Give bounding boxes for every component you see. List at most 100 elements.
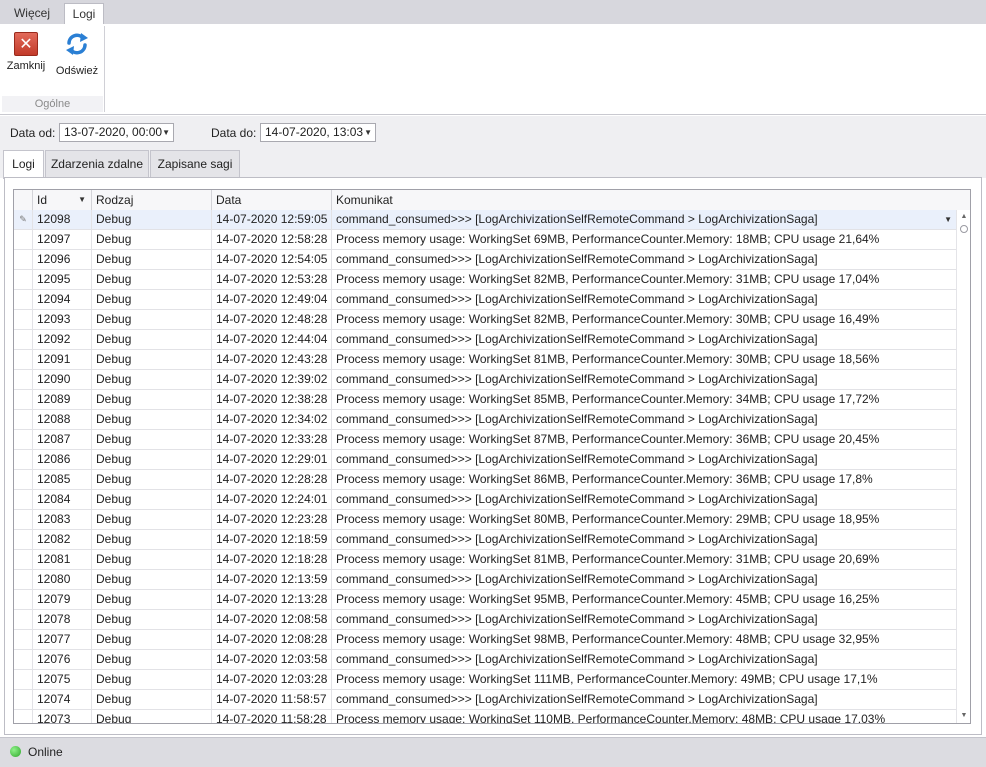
column-header-type[interactable]: Rodzaj: [91, 190, 211, 210]
cell-type[interactable]: Debug: [91, 490, 211, 509]
cell-message[interactable]: Process memory usage: WorkingSet 98MB, P…: [331, 630, 956, 649]
cell-id[interactable]: 12090: [32, 370, 91, 389]
scroll-thumb[interactable]: [960, 225, 968, 233]
cell-type[interactable]: Debug: [91, 270, 211, 289]
table-row[interactable]: 12073 Debug 14-07-2020 11:58:28 Process mem…: [14, 710, 956, 723]
table-row[interactable]: 12094 Debug 14-07-2020 12:49:04 command_con…: [14, 290, 956, 310]
cell-message[interactable]: command_consumed>>> [LogArchivizationSel…: [331, 290, 956, 309]
cell-date[interactable]: 14-07-2020 12:03:28: [211, 670, 331, 689]
cell-type[interactable]: Debug: [91, 570, 211, 589]
cell-date[interactable]: 14-07-2020 12:08:28: [211, 630, 331, 649]
cell-type[interactable]: Debug: [91, 350, 211, 369]
table-row[interactable]: 12077 Debug 14-07-2020 12:08:28 Process mem…: [14, 630, 956, 650]
cell-date[interactable]: 14-07-2020 12:23:28: [211, 510, 331, 529]
cell-id[interactable]: 12086: [32, 450, 91, 469]
table-row[interactable]: 12097 Debug 14-07-2020 12:58:28 Process mem…: [14, 230, 956, 250]
cell-date[interactable]: 14-07-2020 12:29:01: [211, 450, 331, 469]
cell-id[interactable]: 12092: [32, 330, 91, 349]
cell-message[interactable]: Process memory usage: WorkingSet 86MB, P…: [331, 470, 956, 489]
table-row[interactable]: 12092 Debug 14-07-2020 12:44:04 command_con…: [14, 330, 956, 350]
cell-message[interactable]: command_consumed>>> [LogArchivizationSel…: [331, 690, 956, 709]
cell-type[interactable]: Debug: [91, 410, 211, 429]
cell-id[interactable]: 12082: [32, 530, 91, 549]
ribbon-tab-more[interactable]: Więcej: [2, 3, 62, 24]
cell-message[interactable]: command_consumed>>> [LogArchivizationSel…: [331, 370, 956, 389]
table-row[interactable]: 12074 Debug 14-07-2020 11:58:57 command_con…: [14, 690, 956, 710]
cell-message[interactable]: Process memory usage: WorkingSet 81MB, P…: [331, 550, 956, 569]
vertical-scrollbar[interactable]: ▲ ▼: [956, 210, 970, 723]
date-to-picker[interactable]: 14-07-2020, 13:03 ▼: [260, 123, 376, 142]
table-row[interactable]: 12075 Debug 14-07-2020 12:03:28 Process mem…: [14, 670, 956, 690]
table-row[interactable]: 12089 Debug 14-07-2020 12:38:28 Process mem…: [14, 390, 956, 410]
cell-message[interactable]: command_consumed>>> [LogArchivizationSel…: [331, 330, 956, 349]
cell-type[interactable]: Debug: [91, 450, 211, 469]
table-row[interactable]: 12080 Debug 14-07-2020 12:13:59 command_con…: [14, 570, 956, 590]
cell-id[interactable]: 12075: [32, 670, 91, 689]
cell-date[interactable]: 14-07-2020 12:13:28: [211, 590, 331, 609]
cell-message[interactable]: command_consumed>>> [LogArchivizationSel…: [331, 410, 956, 429]
cell-message[interactable]: command_consumed>>> [LogArchivizationSel…: [331, 570, 956, 589]
cell-date[interactable]: 14-07-2020 11:58:57: [211, 690, 331, 709]
cell-date[interactable]: 14-07-2020 12:13:59: [211, 570, 331, 589]
cell-type[interactable]: Debug: [91, 310, 211, 329]
cell-message[interactable]: Process memory usage: WorkingSet 82MB, P…: [331, 310, 956, 329]
scroll-down-icon[interactable]: ▼: [957, 709, 970, 723]
cell-message[interactable]: Process memory usage: WorkingSet 95MB, P…: [331, 590, 956, 609]
cell-type[interactable]: Debug: [91, 370, 211, 389]
table-row[interactable]: 12091 Debug 14-07-2020 12:43:28 Process mem…: [14, 350, 956, 370]
table-row[interactable]: 12082 Debug 14-07-2020 12:18:59 command_con…: [14, 530, 956, 550]
table-row[interactable]: 12096 Debug 14-07-2020 12:54:05 command_con…: [14, 250, 956, 270]
cell-id[interactable]: 12093: [32, 310, 91, 329]
cell-type[interactable]: Debug: [91, 330, 211, 349]
cell-id[interactable]: 12084: [32, 490, 91, 509]
cell-message[interactable]: command_consumed>>> [LogArchivizationSel…: [331, 610, 956, 629]
cell-type[interactable]: Debug: [91, 510, 211, 529]
chevron-down-icon[interactable]: ▼: [162, 124, 170, 141]
cell-type[interactable]: Debug: [91, 530, 211, 549]
table-row[interactable]: 12090 Debug 14-07-2020 12:39:02 command_con…: [14, 370, 956, 390]
cell-type[interactable]: Debug: [91, 230, 211, 249]
cell-type[interactable]: Debug: [91, 290, 211, 309]
cell-date[interactable]: 14-07-2020 12:08:58: [211, 610, 331, 629]
tab-logs[interactable]: Logi: [3, 150, 44, 179]
cell-date[interactable]: 14-07-2020 12:43:28: [211, 350, 331, 369]
table-row[interactable]: 12083 Debug 14-07-2020 12:23:28 Process mem…: [14, 510, 956, 530]
cell-date[interactable]: 14-07-2020 12:53:28: [211, 270, 331, 289]
table-row[interactable]: 12095 Debug 14-07-2020 12:53:28 Process mem…: [14, 270, 956, 290]
ribbon-tab-logs[interactable]: Logi: [64, 3, 104, 25]
cell-type[interactable]: Debug: [91, 690, 211, 709]
cell-message[interactable]: command_consumed>>> [LogArchivizationSel…: [331, 450, 956, 469]
column-header-id[interactable]: Id ▼: [32, 190, 91, 210]
cell-type[interactable]: Debug: [91, 710, 211, 723]
table-row[interactable]: ✎ 12098 Debug 14-07-2020 12:59:05 command_co…: [14, 210, 956, 230]
cell-date[interactable]: 14-07-2020 12:28:28: [211, 470, 331, 489]
cell-id[interactable]: 12083: [32, 510, 91, 529]
column-header-date[interactable]: Data: [211, 190, 331, 210]
cell-id[interactable]: 12079: [32, 590, 91, 609]
cell-id[interactable]: 12097: [32, 230, 91, 249]
cell-type[interactable]: Debug: [91, 250, 211, 269]
table-row[interactable]: 12081 Debug 14-07-2020 12:18:28 Process mem…: [14, 550, 956, 570]
cell-message[interactable]: Process memory usage: WorkingSet 82MB, P…: [331, 270, 956, 289]
refresh-button[interactable]: Odśwież: [53, 28, 101, 77]
cell-id[interactable]: 12076: [32, 650, 91, 669]
tab-remote-events[interactable]: Zdarzenia zdalne: [45, 150, 149, 178]
cell-message[interactable]: Process memory usage: WorkingSet 81MB, P…: [331, 350, 956, 369]
cell-id[interactable]: 12089: [32, 390, 91, 409]
cell-type[interactable]: Debug: [91, 210, 211, 229]
column-header-message[interactable]: Komunikat: [331, 190, 956, 210]
date-from-picker[interactable]: 13-07-2020, 00:00 ▼: [59, 123, 174, 142]
cell-date[interactable]: 14-07-2020 12:03:58: [211, 650, 331, 669]
cell-type[interactable]: Debug: [91, 590, 211, 609]
table-row[interactable]: 12085 Debug 14-07-2020 12:28:28 Process mem…: [14, 470, 956, 490]
cell-id[interactable]: 12081: [32, 550, 91, 569]
table-row[interactable]: 12086 Debug 14-07-2020 12:29:01 command_con…: [14, 450, 956, 470]
cell-message[interactable]: command_consumed>>> [LogArchivizationSel…: [331, 530, 956, 549]
cell-date[interactable]: 14-07-2020 12:18:59: [211, 530, 331, 549]
table-row[interactable]: 12079 Debug 14-07-2020 12:13:28 Process mem…: [14, 590, 956, 610]
cell-id[interactable]: 12088: [32, 410, 91, 429]
cell-id[interactable]: 12078: [32, 610, 91, 629]
cell-type[interactable]: Debug: [91, 650, 211, 669]
cell-type[interactable]: Debug: [91, 390, 211, 409]
cell-message[interactable]: command_consumed>>> [LogArchivizationSel…: [331, 210, 956, 229]
